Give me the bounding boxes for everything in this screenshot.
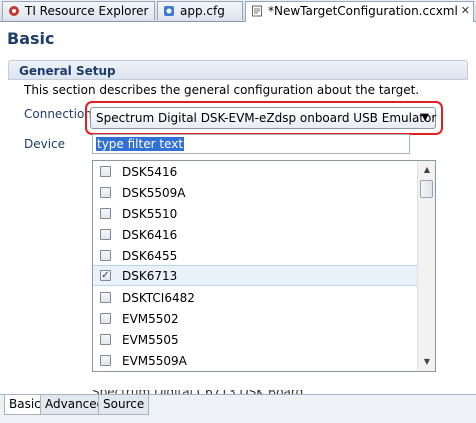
section-description: This section describes the general confi… — [24, 83, 420, 97]
list-item[interactable]: DSK6455 — [93, 246, 417, 267]
list-item-label: DSK5510 — [122, 207, 178, 221]
connection-select[interactable]: Spectrum Digital DSK-EVM-eZdsp onboard U… — [90, 107, 436, 129]
list-item-label: DSK5509A — [122, 186, 186, 200]
connection-selected-value: Spectrum Digital DSK-EVM-eZdsp onboard U… — [96, 111, 437, 125]
scroll-down-icon[interactable]: ▼ — [419, 354, 435, 370]
list-item[interactable]: DSKTCI6482 — [93, 288, 417, 309]
editor-tab-bar: TI Resource Explorer app.cfg *NewTargetC… — [0, 0, 476, 22]
page-title: Basic — [7, 29, 55, 48]
checkbox[interactable] — [100, 334, 111, 345]
editor-page-tabs: Basic Advanced Source — [0, 394, 476, 423]
section-title: General Setup — [19, 64, 116, 78]
tab-app-cfg[interactable]: app.cfg — [157, 1, 243, 20]
list-item-label: DSK5416 — [122, 165, 178, 179]
list-item[interactable]: DSK5416 — [93, 162, 417, 183]
checkbox[interactable] — [100, 208, 111, 219]
tab-label: *NewTargetConfiguration.ccxml — [268, 4, 458, 18]
config-file-icon — [164, 6, 174, 16]
checkbox[interactable] — [100, 166, 111, 177]
general-setup-section-header: General Setup — [8, 60, 468, 80]
tab-ti-resource-explorer[interactable]: TI Resource Explorer — [2, 1, 155, 20]
list-item[interactable]: EVM5509A — [93, 351, 417, 371]
checkbox[interactable] — [100, 229, 111, 240]
list-item[interactable]: EVM5505 — [93, 330, 417, 351]
list-item-label: EVM5505 — [122, 333, 179, 347]
checkbox-checked[interactable]: ✓ — [100, 270, 111, 281]
list-item-label: EVM5502 — [122, 312, 179, 326]
device-filter-input[interactable]: type filter text — [92, 134, 410, 154]
list-item-label: DSK6416 — [122, 228, 178, 242]
filter-input-value: type filter text — [96, 137, 185, 151]
list-item-label: DSKTCI6482 — [122, 291, 195, 305]
tab-new-target-configuration[interactable]: *NewTargetConfiguration.ccxml ✕ — [245, 1, 474, 22]
list-item[interactable]: DSK5509A — [93, 183, 417, 204]
list-item-label: DSK6713 — [122, 269, 178, 283]
list-item-label: EVM5509A — [122, 354, 187, 368]
close-icon[interactable]: ✕ — [461, 2, 470, 20]
checkbox[interactable] — [100, 313, 111, 324]
checkbox[interactable] — [100, 187, 111, 198]
device-label: Device — [24, 137, 66, 151]
resource-explorer-icon — [9, 6, 19, 16]
tab-source[interactable]: Source — [98, 395, 150, 415]
list-item[interactable]: EVM5502 — [93, 309, 417, 330]
scroll-up-icon[interactable]: ▲ — [419, 162, 435, 178]
tab-label: app.cfg — [180, 4, 225, 18]
ccxml-file-icon — [252, 5, 262, 17]
list-item[interactable]: DSK6416 — [93, 225, 417, 246]
scroll-thumb[interactable] — [420, 180, 433, 198]
list-item-label: DSK6455 — [122, 249, 178, 263]
list-item[interactable]: DSK5510 — [93, 204, 417, 225]
list-item-selected[interactable]: ✓ DSK6713 — [93, 265, 417, 286]
checkbox[interactable] — [100, 292, 111, 303]
tab-label: TI Resource Explorer — [25, 4, 149, 18]
checkbox[interactable] — [100, 355, 111, 366]
dropdown-arrow-icon: ▼ — [421, 112, 429, 123]
device-list[interactable]: DSK5416 DSK5509A DSK5510 DSK6416 DSK6455… — [92, 160, 436, 372]
checkbox[interactable] — [100, 250, 111, 261]
device-list-scrollbar[interactable]: ▲ ▼ — [417, 161, 435, 371]
connection-label: Connection — [24, 107, 92, 121]
